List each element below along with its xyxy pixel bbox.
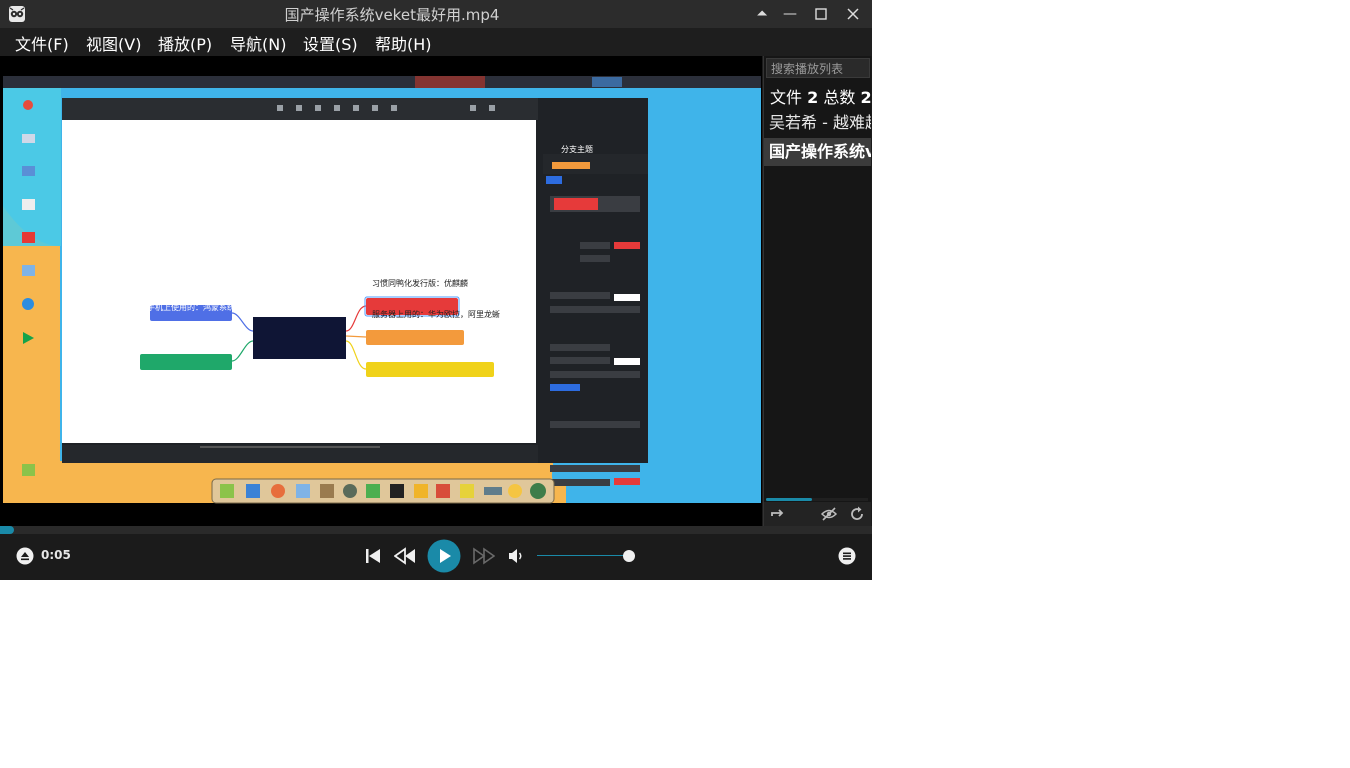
skip-back-icon[interactable] bbox=[364, 547, 382, 565]
media-player-window: 国产操作系统veket最好用.mp4 ⏶ — 文件(F) 视图(V) 播放(P)… bbox=[0, 0, 872, 580]
repeat-icon[interactable] bbox=[770, 505, 788, 523]
menu-bar: 文件(F) 视图(V) 播放(P) 导航(N) 设置(S) 帮助(H) bbox=[0, 28, 872, 56]
rewind-icon[interactable] bbox=[394, 547, 416, 565]
window-title: 国产操作系统veket最好用.mp4 bbox=[284, 6, 500, 24]
playlist-item[interactable]: 吴若希 - 越难越爱 bbox=[764, 109, 871, 137]
mindmap-node-right-2: 习惯同鸭化发行版：优麒麟 bbox=[372, 279, 468, 288]
menu-file[interactable]: 文件(F) bbox=[15, 31, 69, 55]
volume-slider[interactable] bbox=[537, 555, 629, 556]
side-panel-chip-label: 分支主题 bbox=[561, 145, 593, 154]
playlist-toolbar bbox=[764, 502, 871, 526]
time-display: 0:05 bbox=[41, 548, 71, 562]
playlist-search-input[interactable]: 搜索播放列表 bbox=[766, 58, 870, 78]
play-icon[interactable] bbox=[427, 539, 461, 573]
playlist-summary: 文件 2 总数 2 bbox=[770, 84, 871, 108]
close-icon[interactable] bbox=[842, 4, 864, 24]
volume-icon[interactable] bbox=[507, 547, 525, 565]
video-frame bbox=[0, 56, 762, 526]
title-bar[interactable]: 国产操作系统veket最好用.mp4 ⏶ — bbox=[0, 0, 872, 28]
menu-navigate[interactable]: 导航(N) bbox=[230, 31, 286, 55]
refresh-icon[interactable] bbox=[848, 505, 866, 523]
control-bar: 0:05 bbox=[0, 534, 872, 580]
playlist-total-count: 2 bbox=[860, 88, 871, 107]
seek-handle[interactable] bbox=[4, 526, 14, 534]
video-area[interactable]: 国产操作系统 小系统：微客人veket 手机上使用的：鸿蒙系统 单位部门用的：统… bbox=[0, 56, 762, 526]
menu-play[interactable]: 播放(P) bbox=[158, 31, 212, 55]
playlist-item-active[interactable]: 国产操作系统veket最好用.mp4 bbox=[764, 138, 871, 166]
mindmap-node-left-2: 手机上使用的：鸿蒙系统 bbox=[147, 303, 235, 312]
mindmap-node-right-3: 服务器上用的：华为欧拉，阿里龙蜥 bbox=[372, 310, 500, 319]
maximize-icon[interactable] bbox=[810, 4, 832, 24]
seek-bar[interactable] bbox=[0, 526, 872, 534]
mindmap-node-right-1: 单位部门用的：统信阳机 bbox=[373, 247, 461, 256]
mindmap-node-left-1: 小系统：微客人veket bbox=[157, 254, 236, 263]
mindmap-center-node: 国产操作系统 bbox=[271, 267, 332, 296]
playlist-total-label: 总数 bbox=[823, 88, 856, 107]
fast-forward-icon[interactable] bbox=[473, 547, 495, 565]
shade-icon[interactable]: ⏶ bbox=[751, 4, 773, 24]
menu-help[interactable]: 帮助(H) bbox=[375, 31, 432, 55]
playlist-scrollbar[interactable] bbox=[766, 498, 868, 501]
playlist-files-count: 2 bbox=[807, 88, 819, 107]
minimize-icon[interactable]: — bbox=[779, 4, 801, 24]
playlist-toggle-icon[interactable] bbox=[838, 547, 856, 565]
menu-view[interactable]: 视图(V) bbox=[86, 31, 141, 55]
playlist-panel: 搜索播放列表 文件 2 总数 2 吴若希 - 越难越爱 国产操作系统veket最… bbox=[763, 56, 871, 526]
hide-icon[interactable] bbox=[820, 505, 838, 523]
volume-handle[interactable] bbox=[623, 550, 635, 562]
menu-settings[interactable]: 设置(S) bbox=[303, 31, 358, 55]
eject-icon[interactable] bbox=[16, 547, 34, 565]
playlist-scroll-thumb[interactable] bbox=[766, 498, 812, 501]
playlist-files-label: 文件 bbox=[770, 88, 803, 107]
